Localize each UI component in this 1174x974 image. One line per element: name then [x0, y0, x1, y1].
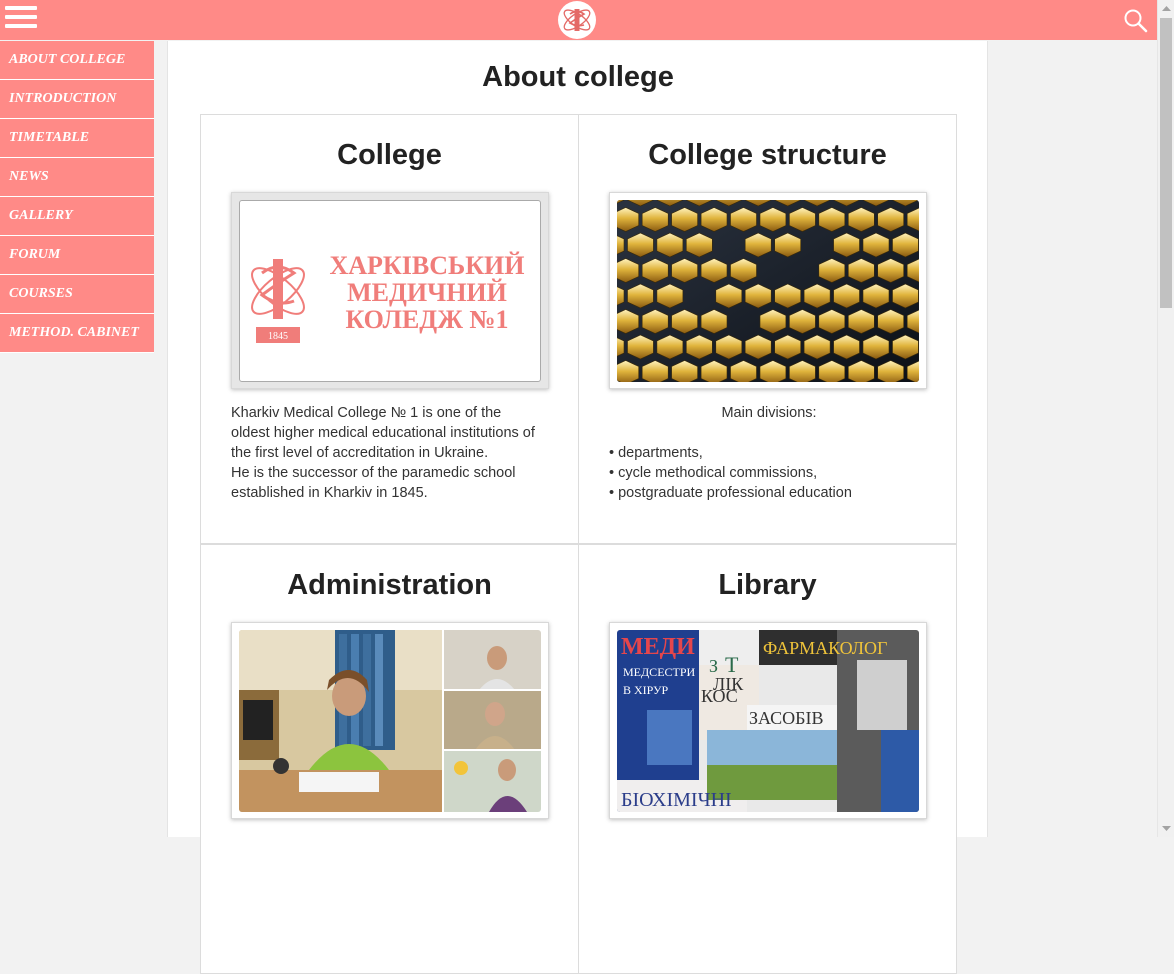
description-line: He is the successor of the paramedic sch…	[231, 465, 516, 481]
book-title-medsestry: МЕДСЕСТРИ	[623, 665, 696, 679]
college-emblem-icon[interactable]	[558, 1, 596, 39]
card-college-structure[interactable]: College structure Main divisions: • depa…	[578, 114, 957, 544]
card-college[interactable]: College 1845 ХАРКІВСЬКИЙ МЕДИЧНИЙ КОЛЕДЖ…	[200, 114, 579, 544]
college-logo-image: 1845 ХАРКІВСЬКИЙ МЕДИЧНИЙ КОЛЕДЖ №1	[231, 192, 549, 389]
card-title: College structure	[648, 139, 887, 171]
logo-line-3: КОЛЕДЖ №1	[345, 305, 508, 334]
book-title-medi: МЕДИ	[621, 634, 695, 660]
structure-bullet: • cycle methodical commissions,	[609, 465, 818, 481]
sidebar-nav: ABOUT COLLEGE INTRODUCTION TIMETABLE NEW…	[0, 41, 154, 353]
hamburger-icon[interactable]	[5, 6, 37, 34]
sidebar-item-method-cabinet[interactable]: METHOD. CABINET	[0, 314, 154, 353]
logo-line-2: МЕДИЧНИЙ	[347, 278, 507, 307]
scroll-down-arrow-icon[interactable]	[1158, 820, 1174, 837]
book-title-z: З	[709, 656, 718, 676]
book-title-khirur: В ХІРУР	[623, 683, 669, 697]
book-title-zasobiv: ЗАСОБІВ	[749, 708, 823, 728]
sidebar-item-news[interactable]: NEWS	[0, 158, 154, 197]
card-title: Administration	[287, 569, 492, 601]
structure-bullet: • departments,	[609, 445, 703, 461]
book-title-farmakolog: ФАРМАКОЛОГ	[763, 638, 887, 658]
page-title: About college	[482, 61, 674, 93]
card-administration[interactable]: Administration	[200, 544, 579, 974]
sidebar-item-about-college[interactable]: ABOUT COLLEGE	[0, 41, 154, 80]
card-description: Main divisions: • departments, • cycle m…	[609, 403, 929, 503]
administration-photo-collage	[231, 622, 549, 819]
card-library[interactable]: Library МЕДИ МЕДСЕСТРИ В ХІРУР З Т ЛІК К…	[578, 544, 957, 974]
card-title: Library	[718, 569, 817, 601]
vertical-scrollbar[interactable]	[1157, 0, 1174, 837]
library-books-collage: МЕДИ МЕДСЕСТРИ В ХІРУР З Т ЛІК КОС ФАРМА…	[609, 622, 927, 819]
card-description: Kharkiv Medical College № 1 is one of th…	[231, 403, 551, 503]
description-line: Kharkiv Medical College № 1 is one of th…	[231, 405, 502, 421]
hexagon-structure-image	[609, 192, 927, 389]
main-content: About college College 1845 ХАРКІВСЬКИЙ М…	[167, 41, 988, 974]
description-line: oldest higher medical educational instit…	[231, 425, 535, 441]
structure-bullet: • postgraduate professional education	[609, 485, 852, 501]
book-title-biokhimichni: БІОХІМІЧНІ	[621, 789, 732, 811]
description-line: the first level of accreditation in Ukra…	[231, 445, 489, 461]
description-line: established in Kharkiv in 1845.	[231, 485, 428, 501]
sidebar-item-forum[interactable]: FORUM	[0, 236, 154, 275]
sidebar-item-timetable[interactable]: TIMETABLE	[0, 119, 154, 158]
sidebar-item-courses[interactable]: COURSES	[0, 275, 154, 314]
book-title-kos: КОС	[701, 686, 738, 706]
structure-intro: Main divisions:	[721, 405, 817, 421]
card-title: College	[337, 139, 442, 171]
sidebar-item-introduction[interactable]: INTRODUCTION	[0, 80, 154, 119]
top-bar	[0, 0, 1157, 40]
scrollbar-thumb[interactable]	[1160, 18, 1172, 308]
sidebar-item-gallery[interactable]: GALLERY	[0, 197, 154, 236]
logo-line-1: ХАРКІВСЬКИЙ	[329, 251, 524, 280]
scroll-up-arrow-icon[interactable]	[1158, 0, 1174, 17]
search-icon[interactable]	[1123, 8, 1149, 34]
logo-year: 1845	[268, 331, 288, 342]
